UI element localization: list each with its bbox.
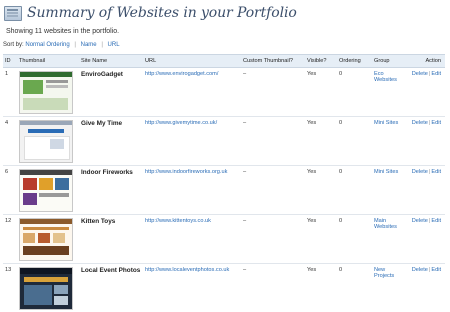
row-thumbnail-cell <box>17 117 79 166</box>
row-url-link[interactable]: http://www.envirogadget.com/ <box>145 71 218 77</box>
delete-link[interactable]: Delete <box>412 218 428 224</box>
row-thumbnail-cell <box>17 166 79 215</box>
col-header-site-name[interactable]: Site Name <box>79 55 143 68</box>
table-row: 1 EnviroGadget http://www.envirogadget.c… <box>3 68 445 117</box>
row-url-cell: http://www.kittentoys.co.uk <box>143 215 241 264</box>
row-custom-thumbnail: – <box>241 166 305 215</box>
row-group-link[interactable]: Mini Sites <box>374 169 398 175</box>
row-custom-thumbnail: – <box>241 68 305 117</box>
row-site-name: Indoor Fireworks <box>79 166 143 215</box>
row-group-link[interactable]: Eco Websites <box>374 71 397 83</box>
sort-url-link[interactable]: URL <box>108 42 120 48</box>
page-title: Summary of Websites in your Portfolio <box>27 5 297 21</box>
websites-table: ID Thumbnail Site Name URL Custom Thumbn… <box>3 54 445 312</box>
row-url-cell: http://www.envirogadget.com/ <box>143 68 241 117</box>
edit-link[interactable]: Edit <box>431 218 441 224</box>
row-custom-thumbnail: – <box>241 215 305 264</box>
row-group-cell: Mini Sites <box>372 117 408 166</box>
row-action-cell: Delete|Edit <box>408 117 445 166</box>
sort-name-link[interactable]: Name <box>81 42 97 48</box>
row-ordering: 0 <box>337 166 372 215</box>
row-visible: Yes <box>305 166 337 215</box>
delete-link[interactable]: Delete <box>412 120 428 126</box>
row-ordering: 0 <box>337 117 372 166</box>
col-header-custom-thumbnail: Custom Thumbnail? <box>241 55 305 68</box>
row-url-link[interactable]: http://www.kittentoys.co.uk <box>145 218 211 224</box>
sort-normal-ordering-link[interactable]: Normal Ordering <box>25 42 69 48</box>
portfolio-page-icon <box>4 6 22 21</box>
row-site-name: Kitten Toys <box>79 215 143 264</box>
row-id: 1 <box>3 68 17 117</box>
col-header-thumbnail: Thumbnail <box>17 55 79 68</box>
row-url-link[interactable]: http://www.indoorfireworks.org.uk <box>145 169 227 175</box>
row-group-link[interactable]: Mini Sites <box>374 120 398 126</box>
row-action-cell: Delete|Edit <box>408 166 445 215</box>
row-custom-thumbnail: – <box>241 117 305 166</box>
row-group-cell: Mini Sites <box>372 166 408 215</box>
sort-separator: | <box>101 42 103 48</box>
row-ordering: 0 <box>337 68 372 117</box>
edit-link[interactable]: Edit <box>431 169 441 175</box>
sort-bar: Sort by: Normal Ordering | Name | URL <box>3 42 120 48</box>
row-ordering: 0 <box>337 215 372 264</box>
givemytime-thumbnail-icon[interactable] <box>19 120 73 163</box>
row-url-link[interactable]: http://www.givemytime.co.uk/ <box>145 120 217 126</box>
col-header-group: Group <box>372 55 408 68</box>
row-group-cell: Eco Websites <box>372 68 408 117</box>
table-row: 4 Give My Time http://www.givemytime.co.… <box>3 117 445 166</box>
row-group-link[interactable]: New Projects <box>374 267 394 279</box>
row-visible: Yes <box>305 68 337 117</box>
row-group-link[interactable]: Main Websites <box>374 218 397 230</box>
sort-separator: | <box>74 42 76 48</box>
table-row: 6 Indoor Fireworks http://www.indoorfire… <box>3 166 445 215</box>
edit-link[interactable]: Edit <box>431 71 441 77</box>
table-row: 12 Kitten Toys http://www.kittentoys.co.… <box>3 215 445 264</box>
kittentoys-thumbnail-icon[interactable] <box>19 218 73 261</box>
row-url-cell: http://www.givemytime.co.uk/ <box>143 117 241 166</box>
row-site-name: Give My Time <box>79 117 143 166</box>
col-header-url[interactable]: URL <box>143 55 241 68</box>
delete-link[interactable]: Delete <box>412 267 428 273</box>
row-thumbnail-cell <box>17 68 79 117</box>
portfolio-summary: Showing 11 websites in the portfolio. <box>6 28 119 35</box>
row-url-link[interactable]: http://www.localeventphotos.co.uk <box>145 267 229 273</box>
row-group-cell: Main Websites <box>372 215 408 264</box>
row-id: 12 <box>3 215 17 264</box>
row-url-cell: http://www.indoorfireworks.org.uk <box>143 166 241 215</box>
row-visible: Yes <box>305 215 337 264</box>
table-header-row: ID Thumbnail Site Name URL Custom Thumbn… <box>3 55 445 68</box>
row-thumbnail-cell <box>17 215 79 264</box>
row-site-name: EnviroGadget <box>79 68 143 117</box>
row-visible: Yes <box>305 117 337 166</box>
row-id: 4 <box>3 117 17 166</box>
col-header-id[interactable]: ID <box>3 55 17 68</box>
col-header-ordering: Ordering <box>337 55 372 68</box>
indoorfireworks-thumbnail-icon[interactable] <box>19 169 73 212</box>
edit-link[interactable]: Edit <box>431 120 441 126</box>
page-header: Summary of Websites in your Portfolio <box>4 2 297 24</box>
delete-link[interactable]: Delete <box>412 71 428 77</box>
col-header-action: Action <box>408 55 445 68</box>
row-id: 6 <box>3 166 17 215</box>
localeventphotos-thumbnail-icon[interactable] <box>19 267 73 310</box>
delete-link[interactable]: Delete <box>412 169 428 175</box>
row-action-cell: Delete|Edit <box>408 215 445 264</box>
col-header-visible: Visible? <box>305 55 337 68</box>
row-action-cell: Delete|Edit <box>408 68 445 117</box>
envirogadget-thumbnail-icon[interactable] <box>19 71 73 114</box>
sort-label: Sort by: <box>3 42 24 48</box>
edit-link[interactable]: Edit <box>431 267 441 273</box>
